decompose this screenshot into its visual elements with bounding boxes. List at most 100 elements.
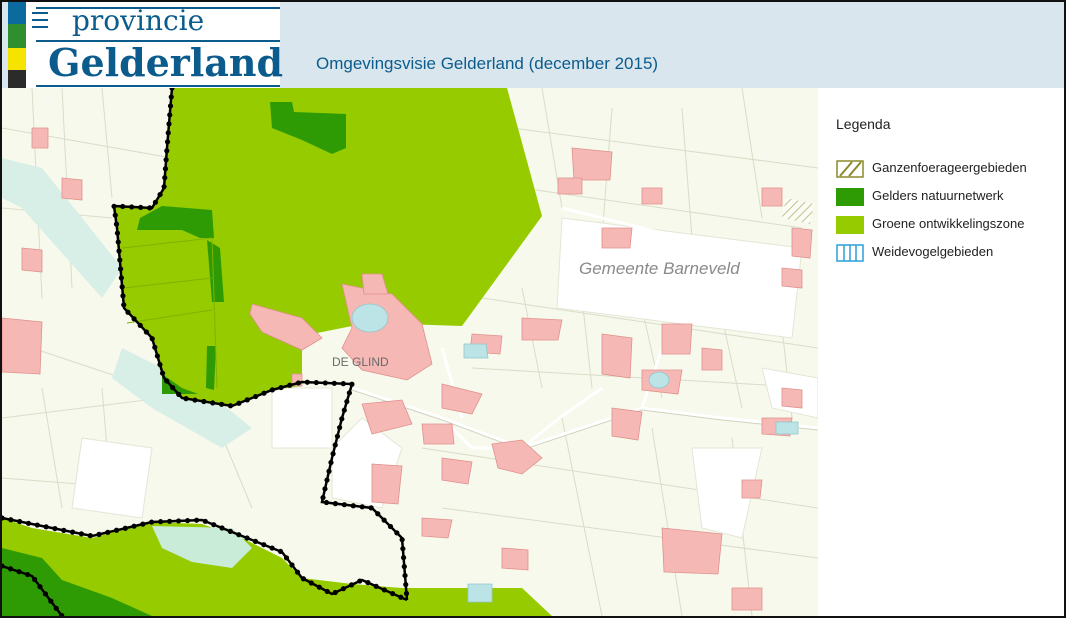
logo-rule-bottom xyxy=(36,85,280,87)
boundary-dot xyxy=(161,184,167,190)
boundary-dot xyxy=(403,590,410,597)
boundary-dot xyxy=(149,336,155,342)
boundary-dot xyxy=(400,555,407,561)
boundary-dot xyxy=(375,511,381,517)
boundary-dot xyxy=(328,459,334,466)
boundary-dot xyxy=(201,398,207,405)
logo-word-provincie: provincie xyxy=(72,4,205,37)
boundary-dot xyxy=(70,529,76,535)
boundary-dot xyxy=(137,322,143,328)
boundary-dot xyxy=(152,199,159,205)
boundary-dot xyxy=(244,535,250,541)
boundary-dot xyxy=(331,380,337,386)
boundary-dot xyxy=(332,589,338,596)
boundary-dot xyxy=(147,205,153,211)
boundary-dot xyxy=(323,499,330,506)
legend-item-meadow-birds[interactable]: Weidevogelgebieden xyxy=(836,242,1062,264)
village-label: DE GLIND xyxy=(332,355,389,369)
boundary-dot xyxy=(162,166,169,172)
boundary-dot xyxy=(152,344,158,350)
boundary-dot xyxy=(112,212,118,218)
boundary-dot xyxy=(316,584,322,590)
municipality-label: Gemeente Barneveld xyxy=(579,259,740,278)
boundary-dot xyxy=(261,390,267,396)
boundary-dot xyxy=(340,381,346,387)
boundary-dot xyxy=(166,518,173,524)
menu-icon[interactable] xyxy=(32,12,48,30)
boundary-dot xyxy=(368,505,374,511)
boundary-dot xyxy=(326,468,332,474)
boundary-dot xyxy=(52,525,58,532)
boundary-dot xyxy=(269,545,275,551)
boundary-dot xyxy=(400,546,406,552)
boundary-dot xyxy=(17,518,23,525)
boundary-dot xyxy=(373,583,379,589)
legend-label: Groene ontwikkelingszone xyxy=(872,216,1025,231)
legend-label: Weidevogelgebieden xyxy=(872,244,994,259)
boundary-dot xyxy=(154,353,160,359)
boundary-dot xyxy=(227,528,233,534)
boundary-dot xyxy=(210,400,216,406)
legend-label: Gelders natuurnetwerk xyxy=(872,188,1004,203)
boundary-dot xyxy=(330,451,336,457)
boundary-dot xyxy=(131,316,137,322)
boundary-dot xyxy=(129,204,135,210)
boundary-dot xyxy=(219,525,225,531)
boundary-dot xyxy=(340,586,347,592)
boundary-dot xyxy=(337,424,343,431)
map-view[interactable]: Gemeente Barneveld DE GLIND xyxy=(2,88,818,616)
boundary-dot xyxy=(283,555,290,561)
boundary-dot xyxy=(113,527,120,533)
boundary-dot xyxy=(105,529,111,535)
boundary-dot xyxy=(48,598,54,604)
boundary-dot xyxy=(125,309,131,315)
boundary-dot xyxy=(304,379,310,385)
province-logo[interactable]: provincie Gelderland xyxy=(8,2,283,88)
boundary-dot xyxy=(176,391,182,397)
boundary-dot xyxy=(37,584,43,590)
boundary-dot xyxy=(165,130,171,136)
legend-item-nature-network[interactable]: Gelders natuurnetwerk xyxy=(836,186,1062,208)
boundary-dot xyxy=(16,569,22,575)
boundary-dot xyxy=(287,382,293,388)
boundary-dot xyxy=(399,537,405,543)
boundary-dot xyxy=(359,504,365,510)
boundary-dot xyxy=(120,203,126,210)
boundary-dot xyxy=(341,502,347,508)
boundary-dot xyxy=(322,486,328,492)
boundary-dot xyxy=(96,531,102,537)
boundary-dot xyxy=(25,520,32,526)
boundary-dot xyxy=(117,257,123,263)
boundary-dot xyxy=(381,587,387,593)
boundary-dot xyxy=(113,221,120,227)
boundary-dot xyxy=(140,521,146,527)
boundary-dot xyxy=(164,378,170,384)
boundary-dot xyxy=(295,380,302,386)
header-bar: provincie Gelderland Omgevingsvisie Geld… xyxy=(2,2,1064,88)
boundary-dot xyxy=(344,398,350,405)
boundary-dot xyxy=(334,433,341,439)
boundary-dot xyxy=(119,284,125,290)
boundary-dot xyxy=(111,203,117,209)
legend-item-goose-foraging[interactable]: Ganzenfoerageergebieden xyxy=(836,158,1062,180)
boundary-dot xyxy=(170,385,176,391)
boundary-dot xyxy=(43,524,49,530)
boundary-dot xyxy=(159,370,166,376)
boundary-dot xyxy=(53,605,59,611)
map-canvas[interactable]: Gemeente Barneveld DE GLIND xyxy=(2,88,818,616)
boundary-dot xyxy=(117,266,124,272)
boundary-dot xyxy=(116,248,122,254)
boundary-dot xyxy=(34,522,40,528)
legend-item-green-development[interactable]: Groene ontwikkelingszone xyxy=(836,214,1062,236)
boundary-dot xyxy=(138,204,144,211)
legend-label: Ganzenfoerageergebieden xyxy=(872,160,1027,175)
boundary-dot xyxy=(332,501,338,507)
boundary-dot xyxy=(167,103,174,109)
boundary-dot xyxy=(300,576,307,582)
legend-panel: Legenda Ganzenfoerageergebieden Gelders … xyxy=(818,88,1064,616)
boundary-dot xyxy=(87,533,93,539)
boundary-dot xyxy=(8,517,14,523)
legend-title: Legenda xyxy=(836,116,891,132)
boundary-dot xyxy=(289,562,295,568)
boundary-dot xyxy=(168,94,174,100)
